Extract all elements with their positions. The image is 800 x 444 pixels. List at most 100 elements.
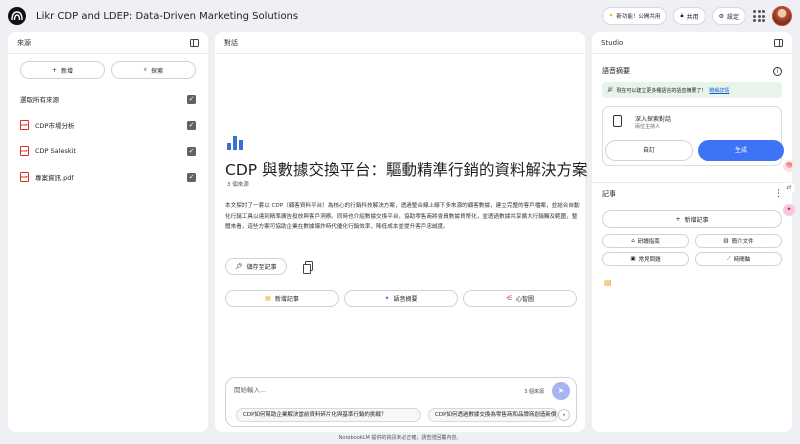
study-guide-label: 研讀指南	[637, 239, 660, 245]
suggestion-chip[interactable]: CDP如何幫助企業解決當前資料碎片化與基準行銷的挑戰？	[236, 408, 421, 422]
assistant-icon[interactable]: ✦	[783, 204, 795, 216]
audio-file-icon	[613, 115, 622, 127]
plus-icon: +	[675, 215, 681, 223]
source-checkbox[interactable]: ✓	[187, 120, 196, 130]
explore-sources-button[interactable]: ⌕ 探索	[111, 61, 196, 79]
translate-icon[interactable]: ⇄	[783, 182, 795, 194]
search-sparkle-icon: ⌕	[143, 66, 148, 73]
document-icon: ▥	[723, 238, 729, 244]
briefing-doc-button[interactable]: ▥ 簡介文件	[695, 234, 782, 248]
chat-panel: 對話 CDP 與數據交換平台：驅動精準行銷的資料解決方案 3 個來源 本文探討了…	[215, 32, 588, 432]
share-button[interactable]: 🔒︎ 共用	[673, 7, 706, 25]
mind-map-button[interactable]: ⋲ 心智圖	[463, 290, 577, 307]
plus-icon: +	[51, 66, 57, 74]
audio-overview-button[interactable]: ✦ 語音摘要	[344, 290, 458, 307]
source-name: 專案資訊.pdf	[35, 174, 74, 182]
source-name: CDP Saleskit	[35, 147, 76, 155]
briefing-doc-label: 簡介文件	[731, 239, 754, 245]
sources-title: 來源	[17, 38, 31, 47]
customize-button[interactable]: 自訂	[605, 140, 693, 161]
pdf-icon: PDF	[20, 120, 29, 130]
promo-text: 現在可以建立更多種語言的語音摘要了！	[616, 87, 707, 94]
audio-overview-section: 語音摘要 i	[592, 60, 792, 82]
top-bar: Likr CDP and LDEP: Data-Driven Marketing…	[0, 0, 800, 32]
audio-overview-label: 語音摘要	[393, 296, 418, 303]
mind-map-label: 心智圖	[515, 296, 534, 303]
settings-label: 設定	[726, 13, 739, 21]
pdf-icon: PDF	[20, 172, 29, 182]
select-all-checkbox[interactable]: ✓	[187, 94, 196, 104]
timeline-label: 時間軸	[733, 257, 751, 263]
add-source-label: 新增	[61, 67, 74, 75]
source-count: 3 個來源	[227, 182, 249, 188]
send-button[interactable]: ➤	[552, 382, 570, 400]
save-to-note-button[interactable]: 📌︎ 儲存至記事	[225, 258, 287, 275]
notebook-heading: CDP 與數據交換平台：驅動精準行銷的資料解決方案	[225, 161, 588, 179]
floating-widgets: 🎁︎ ⇄ ✦	[783, 160, 797, 226]
notebook-summary: 本文探討了一套以 CDP（顧客資料平台）為核心的行銷科技解決方案，透過整合線上線…	[225, 203, 580, 230]
timeline-button[interactable]: ⟋ 時間軸	[695, 252, 782, 266]
promo-banner: 🎉︎ 現在可以建立更多種語言的語音摘要了！ 瞭解詳情	[602, 82, 782, 98]
chat-title-label: 對話	[224, 38, 238, 47]
generate-button[interactable]: 生成	[698, 140, 784, 161]
new-feature-button[interactable]: ✦ 新功能！公開共用	[601, 7, 668, 25]
source-checkbox[interactable]: ✓	[187, 172, 196, 182]
collapse-panel-icon[interactable]	[774, 38, 783, 47]
sources-panel: 來源 + 新增 ⌕ 探索 選取所有來源 ✓ PDF CDP市場分析 ✓ PDF CD…	[8, 32, 208, 432]
saved-note-icon[interactable]: ▤	[604, 278, 780, 287]
deep-dive-subtitle: 兩位主持人	[635, 124, 661, 130]
source-item[interactable]: PDF 專案資訊.pdf ✓	[8, 164, 208, 190]
timeline-icon: ⟋	[726, 255, 731, 262]
apps-grid-icon[interactable]	[752, 9, 766, 23]
source-item[interactable]: PDF CDP市場分析 ✓	[8, 112, 208, 138]
add-note-label: 新增記事	[684, 216, 709, 224]
add-source-button[interactable]: + 新增	[20, 61, 105, 79]
add-note-button[interactable]: + 新增記事	[602, 210, 782, 228]
lock-icon: 🔒︎	[680, 12, 684, 19]
gear-icon: ⚙	[718, 12, 724, 20]
studio-header: Studio	[592, 32, 792, 54]
audio-overview-title: 語音摘要	[602, 67, 630, 75]
audio-sparkle-icon: ✦	[384, 295, 390, 302]
studio-panel: Studio 語音摘要 i 🎉︎ 現在可以建立更多種語言的語音摘要了！ 瞭解詳情…	[592, 32, 792, 432]
new-feature-label: 新功能！公開共用	[616, 14, 661, 20]
studio-title: Studio	[601, 38, 624, 47]
more-options-icon[interactable]: ⋮	[774, 189, 783, 199]
graduation-cap-icon: ⌂	[631, 238, 635, 244]
notes-section: 記事 ⋮	[592, 182, 792, 204]
chat-header: 對話	[215, 32, 585, 54]
source-name: CDP市場分析	[35, 122, 75, 130]
notebooklm-logo-icon[interactable]	[8, 7, 26, 25]
sources-header: 來源	[8, 32, 208, 54]
sparkle-icon: 🎉︎	[607, 87, 614, 93]
notes-title: 記事	[602, 189, 616, 198]
select-all-row[interactable]: 選取所有來源 ✓	[8, 86, 208, 112]
gift-icon[interactable]: 🎁︎	[783, 160, 795, 172]
sparkle-icon: ✦	[608, 13, 614, 19]
info-icon[interactable]: i	[773, 66, 782, 76]
learn-more-link[interactable]: 瞭解詳情	[709, 87, 729, 94]
study-guide-button[interactable]: ⌂ 研讀指南	[602, 234, 689, 248]
pin-icon: 📌︎	[235, 263, 243, 270]
faq-label: 常見問題	[638, 257, 661, 263]
deep-dive-card: 深入探索對話 兩位主持人 自訂 生成	[602, 106, 784, 166]
notebook-title[interactable]: Likr CDP and LDEP: Data-Driven Marketing…	[36, 11, 298, 22]
suggestion-chip[interactable]: CDP如何透過數據交換為零售商和品牌商創造新價值？	[428, 408, 558, 422]
faq-button[interactable]: ▣ 常見問題	[602, 252, 689, 266]
share-label: 共用	[686, 13, 699, 21]
deep-dive-title: 深入探索對話	[635, 116, 672, 123]
add-note-button[interactable]: ▤ 新增記事	[225, 290, 339, 307]
explore-label: 探索	[151, 67, 164, 75]
copy-icon[interactable]	[303, 261, 313, 274]
chat-input[interactable]	[234, 386, 474, 394]
save-to-note-label: 儲存至記事	[246, 264, 277, 271]
chevron-right-icon[interactable]: ›	[558, 409, 570, 421]
composer-source-count: 3 個來源	[524, 389, 544, 395]
settings-button[interactable]: ⚙ 設定	[711, 7, 746, 25]
source-item[interactable]: PDF CDP Saleskit ✓	[8, 138, 208, 164]
source-checkbox[interactable]: ✓	[187, 146, 196, 156]
collapse-panel-icon[interactable]	[190, 38, 199, 47]
avatar[interactable]	[772, 6, 792, 26]
select-all-label: 選取所有來源	[20, 96, 59, 104]
bar-chart-icon	[227, 132, 247, 150]
